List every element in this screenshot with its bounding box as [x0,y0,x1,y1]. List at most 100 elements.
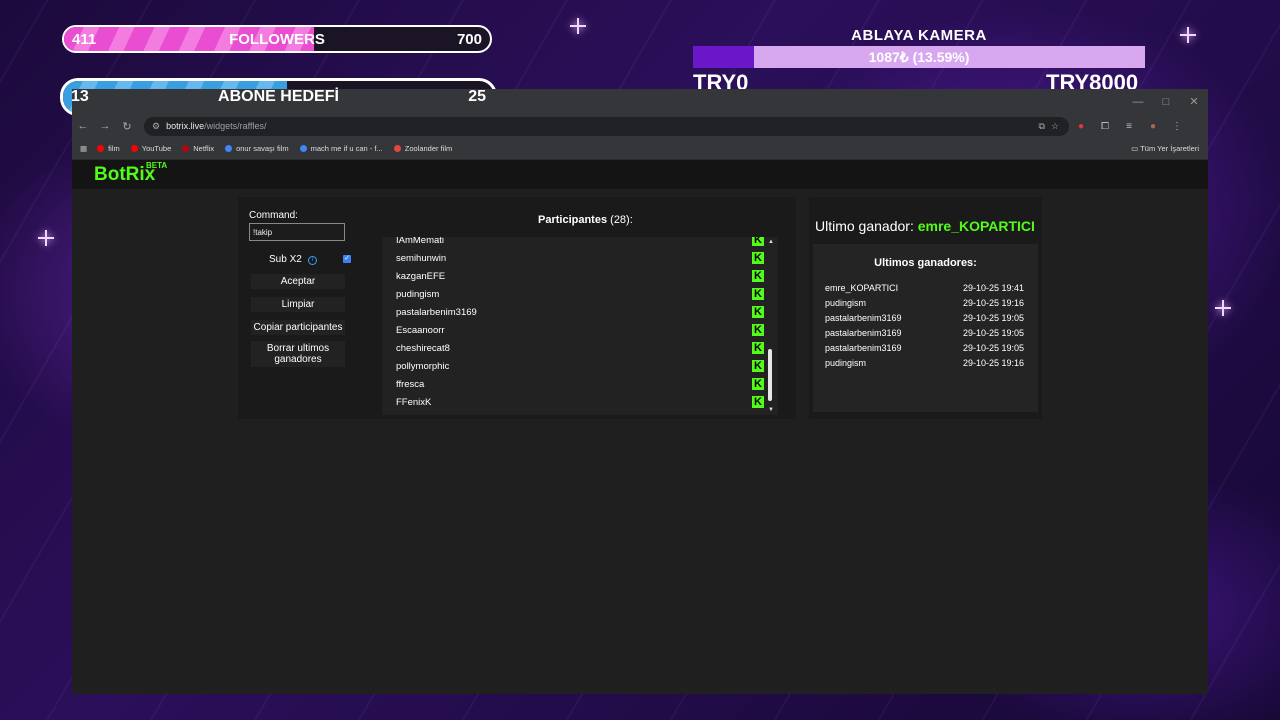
botrix-header: BotRix BETA [72,160,1208,189]
kick-icon: K [752,306,764,318]
winners-list-title: Ultimos ganadores: [874,257,977,269]
translate-icon[interactable]: ⧉ [1038,121,1044,132]
participant-row: IAmMemati K [382,237,778,249]
bookmark-favicon-icon [97,145,105,152]
followers-goal-bar: 411 FOLLOWERS 700 [62,25,492,53]
bookmark-label: YouTube [141,144,172,153]
abone-label: ABONE HEDEFİ [218,88,339,105]
winner-row: pudingism 29-10-25 19:16 [825,298,1024,308]
scroll-down-icon[interactable]: ▼ [768,407,774,413]
participants-list[interactable]: IAmMemati Ksemihunwin KkazganEFE Kpudingism… [382,237,778,415]
participant-row: FFenixK K [382,393,778,411]
address-toolbar: ← → ↻ ⚙ botrix.live/widgets/raffles/ ⧉ ☆… [72,114,1208,138]
participant-row: Escaanoorr K [382,321,778,339]
kamera-min-label: TRY0 [693,70,749,90]
info-icon[interactable]: i [308,256,317,265]
bookmark-star-icon[interactable]: ☆ [1051,121,1059,132]
winner-time: 29-10-25 19:05 [962,313,1024,323]
scrollbar-thumb[interactable] [768,349,772,401]
command-input[interactable] [249,223,345,241]
bookmark-item[interactable]: Netflix [182,144,214,153]
extensions-icon[interactable]: ⧠ [1093,121,1117,132]
participant-row: ffresca K [382,375,778,393]
beta-badge: BETA [146,160,168,170]
participant-name: ffresca [396,378,425,390]
winner-name: emre_KOPARTICI [825,283,899,293]
bookmark-favicon-icon [225,145,233,152]
kick-icon: K [752,342,764,354]
sparkle-icon [570,18,586,34]
media-icon[interactable]: ≡ [1117,121,1141,132]
bookmark-favicon-icon [299,145,307,152]
page-content: Command: Sub X2 i ✓ Aceptar Limpiar Copi… [72,189,1208,689]
bookmark-item[interactable]: YouTube [130,144,172,153]
winner-time: 29-10-25 19:41 [962,283,1024,293]
winner-time: 29-10-25 19:05 [962,343,1024,353]
reload-icon[interactable]: ↻ [116,120,138,133]
extension-red-icon[interactable]: ● [1069,121,1093,132]
all-bookmarks-label: Tüm Yer İşaretleri [1140,144,1199,153]
kick-icon: K [752,252,764,264]
sparkle-icon [1215,300,1231,316]
followers-label: FOLLOWERS [229,30,325,48]
sparkle-icon [1180,27,1196,43]
winner-row: emre_KOPARTICI 29-10-25 19:41 [825,283,1024,293]
bookmark-item[interactable]: mach me if u can - f... [299,144,383,153]
command-label: Command: [249,210,298,221]
sub-x2-checkbox[interactable]: ✓ [343,255,351,263]
bookmark-favicon-icon [393,145,401,152]
bookmark-label: Zoolander film [404,144,453,153]
participant-name: semihunwin [396,252,447,264]
winner-name: pastalarbenim3169 [825,313,902,323]
participants-count: (28): [610,214,633,226]
winner-row: pastalarbenim3169 29-10-25 19:05 [825,313,1024,323]
bookmark-item[interactable]: film [97,144,120,153]
forward-icon[interactable]: → [94,120,116,132]
kamera-max-label: TRY8000 [1046,70,1139,90]
followers-goal: 700 [456,30,482,48]
bookmarks-bar: ▦ film YouTube Netflix onur savaşı film mach… [72,138,1208,160]
clear-button[interactable]: Limpiar [251,297,345,312]
copy-participants-button[interactable]: Copiar participantes [251,320,345,335]
bookmark-label: mach me if u can - f... [310,144,383,153]
participant-name: IAmMemati [396,237,445,246]
last-winner-label: Ultimo ganador: [815,218,914,234]
scroll-up-icon[interactable]: ▲ [768,239,774,245]
accept-button[interactable]: Aceptar [251,274,345,289]
winner-card: Ultimo ganador: emre_KOPARTICI Ultimos g… [809,197,1042,419]
bookmark-item[interactable]: onur savaşı film [225,144,289,153]
participant-row: semihunwin K [382,249,778,267]
winner-name: pudingism [825,358,867,368]
participant-row: kazganEFE K [382,267,778,285]
kamera-goal-bar: 1087₺ (13.59%) [693,46,1145,68]
minimize-icon[interactable]: — [1124,96,1152,108]
kick-icon: K [752,324,764,336]
profile-avatar-icon[interactable]: ● [1141,121,1165,132]
participant-row: cheshirecat8 K [382,339,778,357]
participant-name: FFenixK [396,396,432,408]
all-bookmarks-link[interactable]: ▭ Tüm Yer İşaretleri [1131,144,1199,153]
apps-grid-icon[interactable]: ▦ [80,144,87,153]
winners-list-box: Ultimos ganadores: emre_KOPARTICI 29-10-2… [813,244,1038,412]
botrix-logo[interactable]: BotRix BETA [94,161,167,186]
kick-icon: K [752,270,764,282]
site-info-icon[interactable]: ⚙ [152,121,160,132]
url-host: botrix.live [166,121,205,131]
participant-name: cheshirecat8 [396,342,450,354]
winner-row: pastalarbenim3169 29-10-25 19:05 [825,343,1024,353]
menu-icon[interactable]: ⋮ [1165,121,1189,132]
winner-row: pudingism 29-10-25 19:16 [825,358,1024,368]
winner-time: 29-10-25 19:16 [962,298,1024,308]
abone-goal: 25 [468,88,486,105]
last-winner-name: emre_KOPARTICI [917,218,1035,234]
close-icon[interactable]: ✕ [1180,95,1208,108]
winner-time: 29-10-25 19:05 [962,328,1024,338]
maximize-icon[interactable]: □ [1152,96,1180,108]
back-icon[interactable]: ← [72,120,94,132]
bookmark-item[interactable]: Zoolander film [393,144,453,153]
kick-icon: K [752,360,764,372]
url-bar[interactable]: ⚙ botrix.live/widgets/raffles/ ⧉ ☆ [144,116,1069,136]
browser-window: — □ ✕ ← → ↻ ⚙ botrix.live/widgets/raffle… [72,89,1208,694]
delete-winners-button[interactable]: Borrar ultimos ganadores [251,341,345,367]
participant-name: pudingism [396,288,440,300]
